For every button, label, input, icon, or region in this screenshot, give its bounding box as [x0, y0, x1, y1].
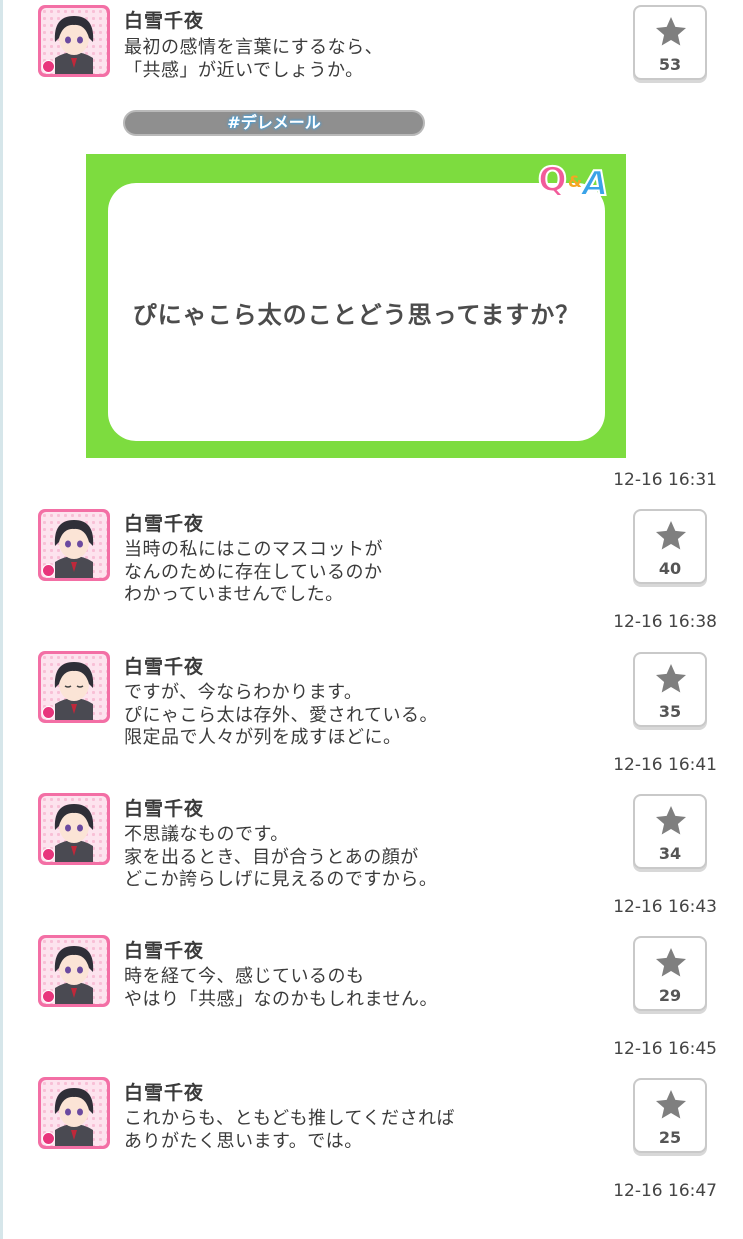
like-count: 53 [658, 55, 682, 74]
sender-name: 白雪千夜 [124, 1082, 205, 1104]
message-text: ですが、今ならわかります。 ぴにゃこら太は存外、愛されている。 限定品で人々が列… [124, 682, 438, 748]
avatar[interactable] [38, 509, 110, 581]
hashtag-label[interactable]: #デレメール [123, 110, 425, 136]
avatar[interactable] [38, 5, 110, 77]
flower-badge-icon [42, 990, 55, 1003]
like-count: 34 [658, 844, 682, 863]
qa-card: ぴにゃこら太のことどう思ってますか？ Q & A [86, 154, 626, 458]
like-button[interactable]: 35 [633, 652, 707, 727]
avatar[interactable] [38, 651, 110, 723]
sender-name: 白雪千夜 [124, 798, 205, 820]
timestamp: 12-16 16:45 [613, 1039, 717, 1059]
qa-question: ぴにゃこら太のことどう思ってますか？ [132, 300, 581, 329]
star-icon [656, 1090, 686, 1119]
star-icon [656, 664, 686, 693]
message-text: 時を経て今、感じているのも やはり「共感」なのかもしれません。 [124, 966, 438, 1010]
timestamp: 12-16 16:41 [613, 755, 717, 775]
left-border [0, 0, 3, 1239]
sender-name: 白雪千夜 [124, 940, 205, 962]
like-button[interactable]: 40 [633, 509, 707, 584]
qa-card-body: ぴにゃこら太のことどう思ってますか？ [108, 183, 605, 441]
timestamp: 12-16 16:43 [613, 897, 717, 917]
message-text: 不思議なものです。 家を出るとき、目が合うとあの顔が どこか誇らしげに見えるので… [124, 824, 438, 890]
timestamp: 12-16 16:31 [613, 470, 717, 490]
like-button[interactable]: 53 [633, 5, 707, 80]
like-count: 35 [658, 702, 682, 721]
like-button[interactable]: 29 [633, 936, 707, 1011]
message-text: 当時の私にはこのマスコットが なんのために存在しているのか わかっていませんでし… [124, 539, 383, 605]
like-count: 40 [658, 559, 682, 578]
sender-name: 白雪千夜 [124, 513, 205, 535]
sender-name: 白雪千夜 [124, 10, 205, 32]
flower-badge-icon [42, 1132, 55, 1145]
timestamp: 12-16 16:38 [613, 612, 717, 632]
message-text: これからも、ともども推してくだされば ありがたく思います。では。 [124, 1108, 456, 1152]
qa-logo-amp: & [568, 172, 582, 191]
flower-badge-icon [42, 60, 55, 73]
star-icon [656, 948, 686, 977]
qa-logo: Q & A [537, 158, 620, 205]
star-icon [656, 806, 686, 835]
qa-logo-q: Q [537, 159, 568, 201]
flower-badge-icon [42, 564, 55, 577]
star-icon [656, 521, 686, 550]
like-button[interactable]: 34 [633, 794, 707, 869]
avatar[interactable] [38, 1077, 110, 1149]
like-count: 29 [658, 986, 682, 1005]
like-count: 25 [658, 1128, 682, 1147]
flower-badge-icon [42, 848, 55, 861]
like-button[interactable]: 25 [633, 1078, 707, 1153]
timestamp: 12-16 16:47 [613, 1181, 717, 1201]
sender-name: 白雪千夜 [124, 656, 205, 678]
avatar[interactable] [38, 793, 110, 865]
message-text: 最初の感情を言葉にするなら、 「共感」が近いでしょうか。 [124, 37, 384, 81]
avatar[interactable] [38, 935, 110, 1007]
qa-logo-a: A [581, 163, 609, 205]
flower-badge-icon [42, 706, 55, 719]
star-icon [656, 17, 686, 46]
